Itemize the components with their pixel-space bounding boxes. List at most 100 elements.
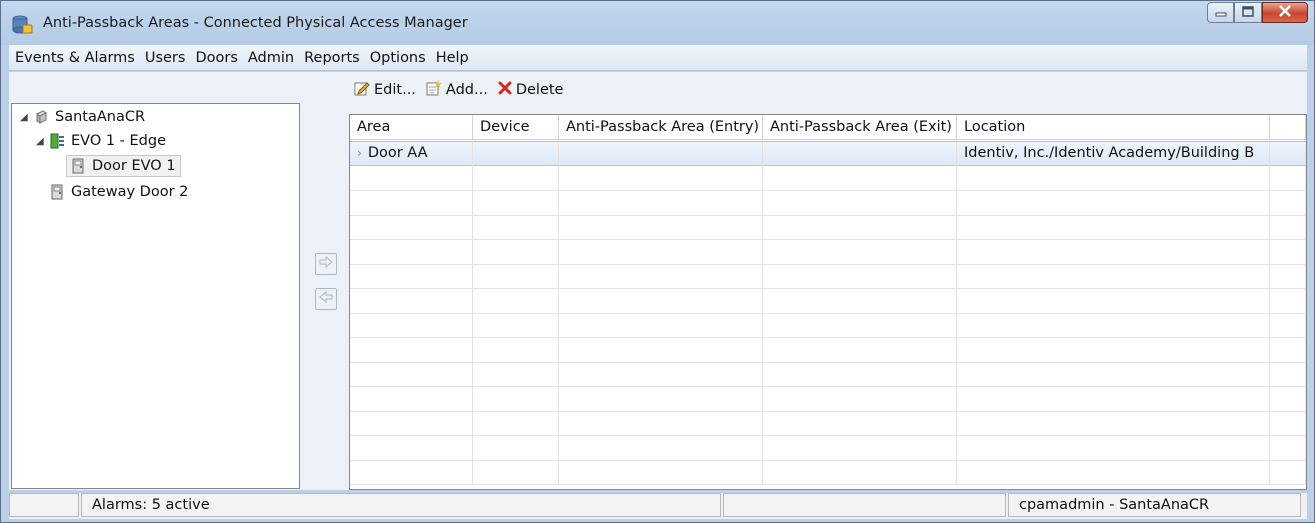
empty-row <box>350 264 1306 289</box>
window-title: Anti-Passback Areas - Connected Physical… <box>43 15 468 31</box>
expanded-triangle-icon[interactable]: ◢ <box>20 112 32 123</box>
edit-label: Edit... <box>374 82 416 98</box>
empty-cell <box>350 411 473 436</box>
empty-row <box>350 288 1306 314</box>
column-header-device[interactable]: Device <box>473 115 559 140</box>
empty-cell <box>957 239 1270 265</box>
row-chevron-icon: › <box>357 146 362 160</box>
empty-cell <box>763 190 957 216</box>
menu-reports[interactable]: Reports <box>299 50 365 66</box>
empty-cell <box>559 190 763 216</box>
status-user: cpamadmin - SantaAnaCR <box>1008 493 1301 517</box>
empty-row <box>350 313 1306 338</box>
device-tree[interactable]: ◢ SantaAnaCR ◢ EVO 1 - Edge Door EVO 1 G… <box>11 103 300 489</box>
delete-button[interactable]: Delete <box>498 81 563 99</box>
toolbar: Edit... Add... Delete <box>354 80 563 100</box>
empty-cell <box>957 435 1270 461</box>
grid-header: Area Device Anti-Passback Area (Entry) A… <box>350 115 1306 140</box>
move-right-button[interactable] <box>315 253 337 275</box>
tree-node-door-evo1[interactable]: Door EVO 1 <box>66 155 181 177</box>
close-button[interactable] <box>1262 2 1308 23</box>
database-icon <box>11 15 33 35</box>
menu-bar: Events & Alarms Users Doors Admin Report… <box>9 45 1307 71</box>
cell-exit <box>763 141 957 166</box>
empty-cell <box>763 362 957 387</box>
tree-node-label: Door EVO 1 <box>92 158 176 174</box>
empty-cell <box>559 411 763 436</box>
menu-help[interactable]: Help <box>431 50 474 66</box>
empty-cell <box>559 288 763 314</box>
empty-cell <box>957 215 1270 240</box>
door-icon <box>69 157 87 175</box>
empty-cell <box>957 386 1270 412</box>
expanded-triangle-icon[interactable]: ◢ <box>36 136 48 147</box>
empty-cell <box>559 362 763 387</box>
empty-cell <box>559 386 763 412</box>
empty-cell <box>473 313 559 338</box>
tree-node-gateway-door2[interactable]: Gateway Door 2 <box>48 181 188 203</box>
empty-cell <box>763 337 957 363</box>
cell-device <box>473 141 559 166</box>
empty-cell <box>559 264 763 289</box>
tree-node-evo1-edge[interactable]: ◢ EVO 1 - Edge <box>36 130 166 152</box>
empty-cell <box>559 313 763 338</box>
menu-doors[interactable]: Doors <box>190 50 242 66</box>
empty-cell <box>473 411 559 436</box>
menu-options[interactable]: Options <box>365 50 431 66</box>
empty-cell <box>1270 435 1306 461</box>
empty-row <box>350 239 1306 265</box>
empty-cell <box>473 460 559 485</box>
column-header-location[interactable]: Location <box>957 115 1270 140</box>
maximize-button[interactable] <box>1234 2 1262 23</box>
empty-cell <box>350 239 473 265</box>
cell-filler <box>1270 141 1306 166</box>
column-header-area[interactable]: Area <box>350 115 473 140</box>
empty-cell <box>763 460 957 485</box>
empty-cell <box>957 313 1270 338</box>
empty-row <box>350 190 1306 216</box>
table-row[interactable]: › Door AA Identiv, Inc./Identiv Academy/B… <box>350 141 1306 166</box>
empty-cell <box>957 362 1270 387</box>
empty-cell <box>350 288 473 314</box>
empty-cell <box>350 337 473 363</box>
empty-cell <box>473 166 559 191</box>
cell-location: Identiv, Inc./Identiv Academy/Building B <box>957 141 1270 166</box>
status-bar: Alarms: 5 active cpamadmin - SantaAnaCR <box>9 493 1307 519</box>
menu-admin[interactable]: Admin <box>243 50 299 66</box>
tree-node-santaanacr[interactable]: ◢ SantaAnaCR <box>20 106 145 128</box>
anti-passback-grid[interactable]: Area Device Anti-Passback Area (Entry) A… <box>349 114 1307 490</box>
app-window: Anti-Passback Areas - Connected Physical… <box>0 0 1315 523</box>
empty-row <box>350 460 1306 485</box>
empty-row <box>350 337 1306 363</box>
edit-icon <box>354 80 370 100</box>
empty-row <box>350 362 1306 387</box>
empty-cell <box>1270 386 1306 412</box>
status-cell-blank <box>9 493 79 517</box>
empty-cell <box>559 239 763 265</box>
empty-cell <box>957 264 1270 289</box>
empty-cell <box>559 435 763 461</box>
empty-row <box>350 215 1306 240</box>
empty-cell <box>350 166 473 191</box>
move-left-button[interactable] <box>315 288 337 310</box>
minimize-button[interactable] <box>1207 2 1234 23</box>
column-header-exit[interactable]: Anti-Passback Area (Exit) <box>763 115 957 140</box>
empty-cell <box>473 288 559 314</box>
column-header-entry[interactable]: Anti-Passback Area (Entry) <box>559 115 763 140</box>
empty-row <box>350 411 1306 436</box>
empty-cell <box>957 411 1270 436</box>
menu-events-alarms[interactable]: Events & Alarms <box>10 50 140 66</box>
menu-users[interactable]: Users <box>140 50 191 66</box>
edit-button[interactable]: Edit... <box>354 80 416 100</box>
empty-cell <box>350 264 473 289</box>
empty-cell <box>1270 239 1306 265</box>
empty-row <box>350 386 1306 412</box>
empty-cell <box>763 313 957 338</box>
empty-cell <box>350 313 473 338</box>
add-button[interactable]: Add... <box>426 80 488 100</box>
arrow-left-icon <box>319 290 333 307</box>
add-icon <box>426 80 442 100</box>
status-alarms[interactable]: Alarms: 5 active <box>81 493 721 517</box>
column-header-filler <box>1270 115 1306 140</box>
title-bar[interactable]: Anti-Passback Areas - Connected Physical… <box>1 1 1314 45</box>
